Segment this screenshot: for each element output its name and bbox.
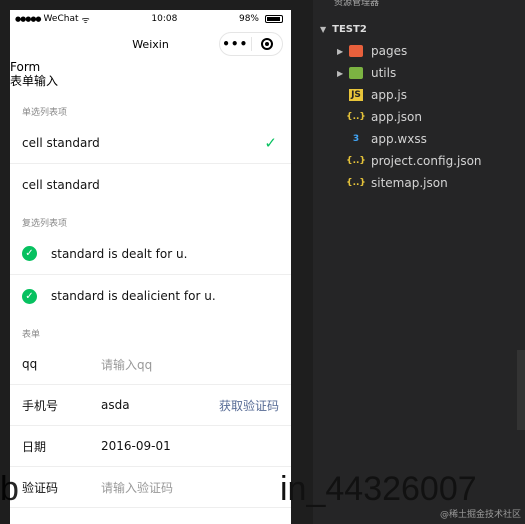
radio-item-label: cell standard — [22, 178, 100, 192]
code-input[interactable]: 请输入验证码 — [101, 479, 279, 496]
checkbox-section-title: 复选列表项 — [10, 206, 291, 233]
more-icon[interactable]: ••• — [220, 37, 251, 51]
status-time: 10:08 — [151, 14, 178, 24]
checkbox-item[interactable]: ✓ standard is dealt for u. — [10, 233, 291, 275]
qq-input[interactable]: 请输入qq — [101, 356, 279, 373]
checkbox-list: ✓ standard is dealt for u. ✓ standard is… — [10, 233, 291, 317]
chevron-right-icon: ▶ — [337, 46, 344, 56]
code-label: 验证码 — [22, 480, 59, 495]
corner-watermark: @稀土掘金技术社区 — [439, 510, 521, 520]
scrollbar[interactable] — [517, 350, 525, 430]
signal-icon: ●●●●● — [15, 15, 42, 23]
get-code-button[interactable]: 获取验证码 — [219, 397, 279, 414]
chevron-down-icon: ▼ — [320, 24, 327, 34]
battery-icon — [264, 15, 283, 23]
json-file-icon: {..} — [346, 178, 366, 188]
json-file-icon: {..} — [346, 156, 366, 166]
phone-row: 手机号 asda 获取验证码 — [10, 385, 291, 426]
chevron-right-icon: ▶ — [337, 68, 344, 78]
phone-input[interactable]: asda — [101, 398, 219, 412]
nav-bar: Weixin ••• — [10, 28, 291, 60]
checkbox-checked-icon: ✓ — [22, 288, 37, 304]
explorer-header: 资源管理器 — [334, 0, 380, 8]
json-file-icon: {..} — [346, 112, 366, 122]
close-button[interactable] — [252, 38, 283, 50]
tree-item-project-config[interactable]: {..} project.config.json — [313, 150, 525, 172]
nav-title: Weixin — [132, 37, 169, 51]
folder-icon — [349, 45, 363, 57]
tree-item-utils[interactable]: ▶ utils — [313, 62, 525, 84]
tree-item-label: utils — [371, 66, 397, 80]
qq-row: qq 请输入qq — [10, 344, 291, 385]
wifi-icon: ᯤ — [81, 15, 90, 26]
code-row: 验证码 请输入验证码 — [10, 467, 291, 508]
phone-simulator: ●●●●● WeChat ᯤ 10:08 98% Weixin ••• Form… — [10, 10, 291, 524]
checkbox-item[interactable]: ✓ standard is dealicient for u. — [10, 275, 291, 317]
page-title: Form — [10, 60, 41, 74]
tree-item-app-wxss[interactable]: 3 app.wxss — [313, 128, 525, 150]
check-icon: ✓ — [264, 133, 277, 152]
battery-percent: 98% — [238, 14, 259, 24]
folder-icon — [349, 67, 363, 79]
phone-label: 手机号 — [22, 398, 59, 413]
tree-item-label: app.json — [371, 110, 422, 124]
tree-item-label: project.config.json — [371, 154, 482, 168]
checkbox-checked-icon: ✓ — [22, 246, 37, 261]
radio-list: cell standard ✓ cell standard — [10, 122, 291, 206]
tree-item-app-json[interactable]: {..} app.json — [313, 106, 525, 128]
tree-item-app-js[interactable]: JS app.js — [313, 84, 525, 106]
status-bar: ●●●●● WeChat ᯤ 10:08 98% — [10, 10, 291, 28]
watermark-left: b — [0, 470, 20, 508]
radio-item-label: cell standard — [22, 135, 100, 150]
date-label: 日期 — [22, 439, 47, 454]
project-root[interactable]: ▼ TEST2 — [313, 18, 525, 40]
tree-item-label: app.js — [371, 88, 407, 102]
panel-divider — [291, 0, 313, 524]
project-name: TEST2 — [332, 23, 367, 35]
date-row: 日期 2016-09-01 — [10, 426, 291, 467]
form-list: qq 请输入qq 手机号 asda 获取验证码 日期 2016-09-01 验证… — [10, 344, 291, 508]
tree-item-label: sitemap.json — [371, 176, 448, 190]
radio-section-title: 单选列表项 — [10, 95, 291, 122]
tree-item-label: app.wxss — [371, 132, 427, 146]
carrier-label: WeChat — [43, 14, 79, 24]
css-file-icon: 3 — [352, 134, 360, 144]
checkbox-item-label: standard is dealt for u. — [51, 246, 188, 261]
file-explorer: 资源管理器 ▼ TEST2 ▶ pages ▶ utils JS app.js … — [313, 0, 525, 524]
date-picker[interactable]: 2016-09-01 — [101, 439, 279, 453]
page-desc: 表单输入 — [10, 74, 59, 88]
checkbox-item-label: standard is dealicient for u. — [51, 289, 216, 303]
js-file-icon: JS — [349, 89, 363, 101]
qq-label: qq — [22, 357, 38, 371]
tree-item-sitemap[interactable]: {..} sitemap.json — [313, 172, 525, 194]
form-section-title: 表单 — [10, 317, 291, 344]
radio-item[interactable]: cell standard — [10, 164, 291, 206]
tree-item-label: pages — [371, 44, 408, 58]
form-page: Form 表单输入 单选列表项 cell standard ✓ cell sta… — [10, 60, 291, 508]
close-icon — [260, 38, 273, 50]
menu-capsule: ••• — [219, 32, 283, 56]
radio-item[interactable]: cell standard ✓ — [10, 122, 291, 164]
watermark-right: in_44326007 — [280, 470, 477, 508]
tree-item-pages[interactable]: ▶ pages — [313, 40, 525, 62]
